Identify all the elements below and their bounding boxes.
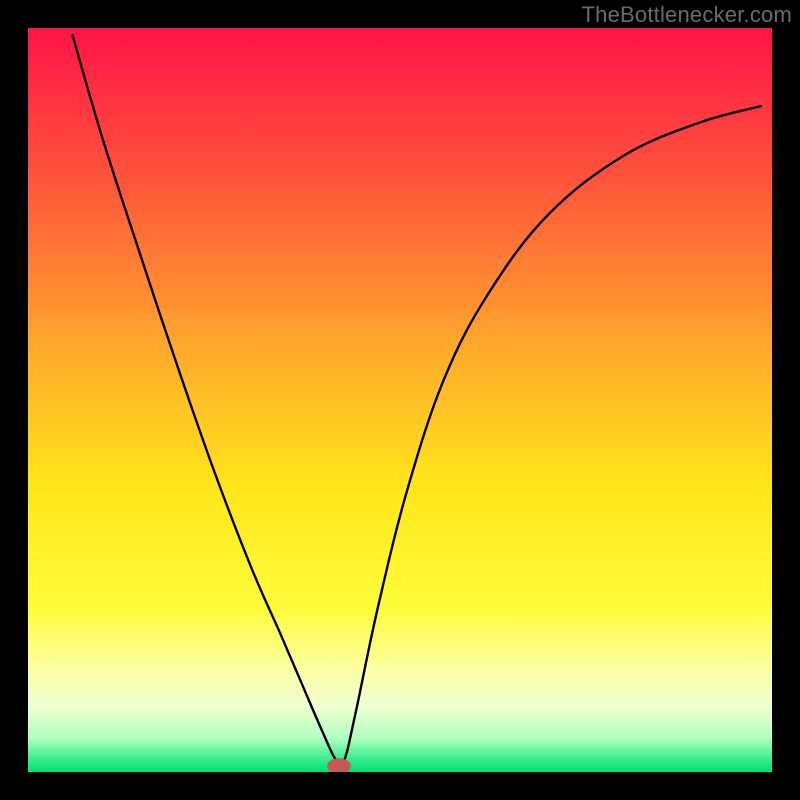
bottleneck-chart — [28, 28, 772, 772]
gradient-background — [28, 28, 772, 772]
attribution-label: TheBottlenecker.com — [582, 2, 792, 28]
chart-frame: TheBottlenecker.com — [0, 0, 800, 800]
